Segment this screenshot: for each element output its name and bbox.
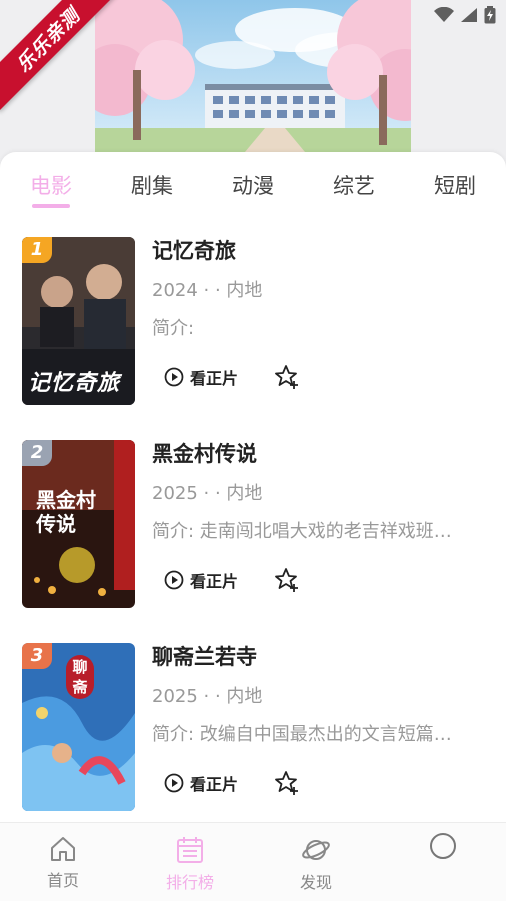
movie-description: 简介: 走南闯北唱大戏的老吉祥戏班… [152, 521, 452, 542]
tab-movie[interactable]: 电影 [16, 170, 86, 208]
movie-poster[interactable]: 2 黑金村传说 [22, 440, 135, 608]
nav-ranking[interactable]: 排行榜 [145, 835, 235, 893]
star-add-icon [275, 568, 299, 592]
tab-label: 动漫 [232, 174, 274, 198]
content-panel: 电影 剧集 动漫 综艺 短剧 1 记忆奇旅 记忆奇旅 2024 · · 内地 简 [0, 152, 506, 822]
rank-badge: 2 [22, 440, 52, 466]
movie-meta: 2025 · · 内地 [152, 483, 263, 504]
ribbon-text: 乐乐亲测 [11, 3, 85, 77]
watch-label: 看正片 [190, 775, 239, 794]
movie-meta: 2025 · · 内地 [152, 686, 263, 707]
watch-label: 看正片 [190, 572, 239, 591]
wifi-icon [434, 7, 454, 22]
tab-short-drama[interactable]: 短剧 [420, 170, 490, 200]
movie-info: 记忆奇旅 2024 · · 内地 简介: [152, 237, 482, 341]
movie-title[interactable]: 记忆奇旅 [152, 237, 482, 267]
star-add-icon [275, 771, 299, 795]
movie-info: 聊斋兰若寺 2025 · · 内地 简介: 改编自中国最杰出的文言短篇… [152, 643, 482, 747]
play-circle-icon [164, 367, 184, 387]
home-icon [51, 837, 75, 861]
nav-discover[interactable]: 发现 [271, 835, 361, 893]
movie-poster[interactable]: 3 聊斋 [22, 643, 135, 811]
tab-label: 短剧 [434, 174, 476, 198]
tab-anime[interactable]: 动漫 [218, 170, 288, 200]
movie-title[interactable]: 黑金村传说 [152, 440, 482, 470]
watch-label: 看正片 [190, 369, 239, 388]
movie-description: 简介: 改编自中国最杰出的文言短篇… [152, 724, 452, 745]
movie-actions: 看正片 [164, 567, 300, 593]
status-bar [434, 6, 496, 24]
poster-title-text: 黑金村传说 [36, 488, 96, 536]
rank-badge: 1 [22, 237, 52, 263]
profile-icon [430, 833, 456, 859]
rank-badge: 3 [22, 643, 52, 669]
bottom-navigation: 首页 排行榜 发现 [0, 822, 506, 901]
ranking-icon [177, 837, 203, 863]
movie-info: 黑金村传说 2025 · · 内地 简介: 走南闯北唱大戏的老吉祥戏班… [152, 440, 482, 544]
tab-active-indicator [32, 204, 70, 208]
watch-button[interactable]: 看正片 [164, 568, 238, 592]
nav-home[interactable]: 首页 [18, 835, 108, 891]
tab-variety[interactable]: 综艺 [319, 170, 389, 200]
tab-label: 剧集 [131, 174, 173, 198]
nav-label: 排行榜 [165, 873, 214, 892]
movie-item[interactable]: 1 记忆奇旅 记忆奇旅 2024 · · 内地 简介: 看正片 [0, 237, 506, 409]
movie-poster[interactable]: 1 记忆奇旅 [22, 237, 135, 405]
poster-title-text: 聊斋 [66, 655, 94, 699]
movie-description: 简介: [152, 318, 195, 339]
movie-actions: 看正片 [164, 770, 300, 796]
favorite-button[interactable] [274, 770, 300, 796]
tab-label: 电影 [30, 174, 72, 198]
nav-label: 发现 [299, 873, 332, 892]
movie-actions: 看正片 [164, 364, 300, 390]
favorite-button[interactable] [274, 567, 300, 593]
nav-profile[interactable] [398, 831, 488, 865]
favorite-button[interactable] [274, 364, 300, 390]
star-add-icon [275, 365, 299, 389]
tab-series[interactable]: 剧集 [117, 170, 187, 200]
battery-icon [484, 6, 496, 24]
banner-image [95, 0, 411, 152]
movie-title[interactable]: 聊斋兰若寺 [152, 643, 482, 673]
signal-icon [461, 8, 477, 22]
play-circle-icon [164, 570, 184, 590]
poster-title-text: 记忆奇旅 [28, 371, 121, 396]
movie-item[interactable]: 3 聊斋 聊斋兰若寺 2025 · · 内地 简介: 改编自中国最杰出的文言短篇… [0, 643, 506, 815]
play-circle-icon [164, 773, 184, 793]
movie-meta: 2024 · · 内地 [152, 280, 263, 301]
watch-button[interactable]: 看正片 [164, 365, 238, 389]
header-banner: 乐乐亲测 [0, 0, 506, 168]
category-tabs: 电影 剧集 动漫 综艺 短剧 [0, 170, 506, 212]
tab-label: 综艺 [333, 174, 375, 198]
movie-item[interactable]: 2 黑金村传说 黑金村传说 2025 · · 内地 简介: 走南闯北唱大戏的老吉… [0, 440, 506, 612]
planet-icon [302, 840, 330, 860]
watch-button[interactable]: 看正片 [164, 771, 238, 795]
nav-label: 首页 [46, 871, 79, 890]
